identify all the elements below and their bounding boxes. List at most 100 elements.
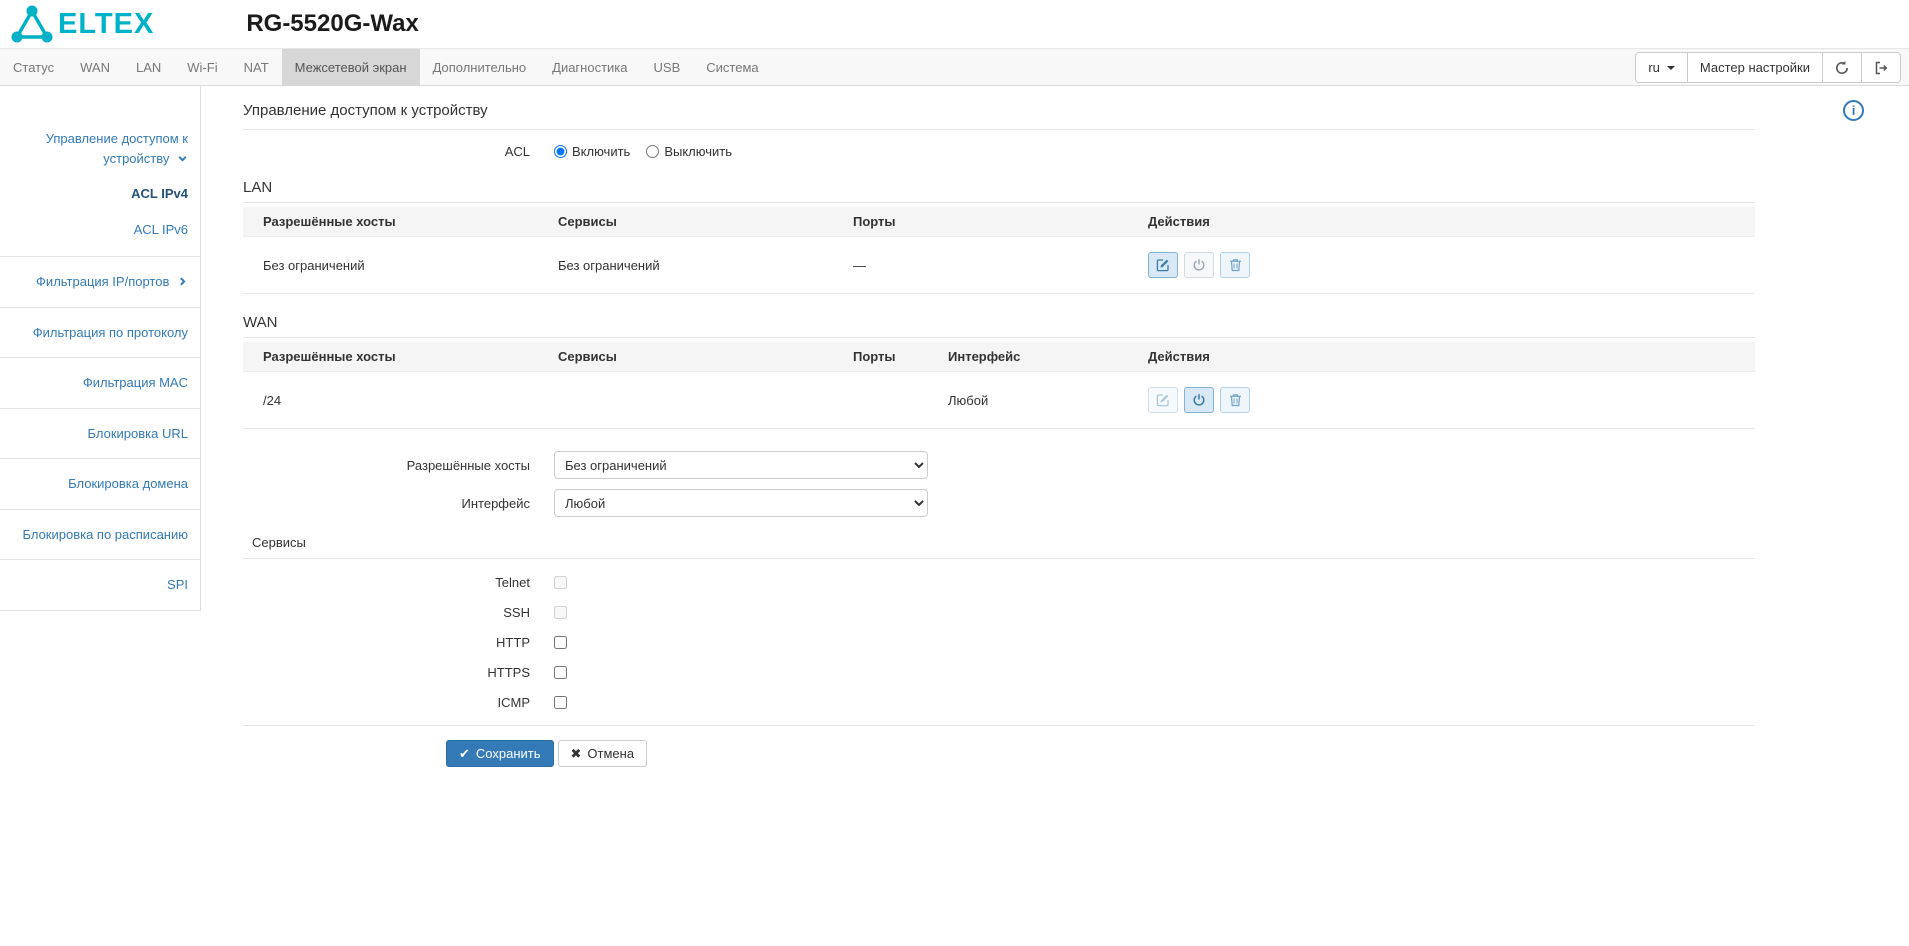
- acl-edit-form: Разрешённые хосты Без ограничений Интерф…: [243, 451, 1755, 767]
- services-section-label: Сервисы: [252, 535, 306, 550]
- logo-text: ELTEX: [58, 7, 155, 40]
- setup-wizard-button[interactable]: Мастер настройки: [1686, 52, 1823, 83]
- tab-diagnostics[interactable]: Диагностика: [539, 49, 640, 86]
- sidebar-item-url-block[interactable]: Блокировка URL: [0, 409, 200, 459]
- sidebar-item-mac-filter[interactable]: Фильтрация MAC: [0, 358, 200, 408]
- device-title: RG-5520G-Wax: [246, 10, 419, 37]
- sidebar-item-acl-ipv4[interactable]: ACL IPv4: [0, 176, 200, 212]
- refresh-button[interactable]: [1822, 52, 1862, 83]
- service-row-icmp: ICMP: [243, 695, 1755, 710]
- col-ports: Порты: [853, 342, 948, 372]
- x-icon: ✖: [570, 746, 582, 761]
- acl-enable-radio[interactable]: [554, 145, 567, 158]
- col-interface: Интерфейс: [948, 342, 1148, 372]
- tab-firewall[interactable]: Межсетевой экран: [281, 49, 420, 86]
- telnet-label: Telnet: [495, 575, 530, 590]
- cancel-button[interactable]: ✖ Отмена: [557, 740, 648, 767]
- col-allowed-hosts: Разрешённые хосты: [243, 342, 558, 372]
- delete-button[interactable]: [1220, 252, 1250, 278]
- delete-button[interactable]: [1220, 387, 1250, 413]
- acl-enable-option[interactable]: Включить: [554, 144, 630, 159]
- col-services: Сервисы: [558, 342, 853, 372]
- telnet-checkbox: [554, 576, 567, 589]
- acl-disable-label: Выключить: [664, 144, 732, 159]
- cell-ports: [853, 371, 948, 429]
- service-row-telnet: Telnet: [243, 575, 1755, 590]
- layout: Управление доступом к устройству ACL IPv…: [0, 86, 1909, 807]
- logout-icon: [1875, 61, 1888, 74]
- hosts-select[interactable]: Без ограничений: [554, 451, 928, 479]
- tab-usb[interactable]: USB: [641, 49, 694, 86]
- trash-icon: [1229, 259, 1241, 272]
- icmp-checkbox[interactable]: [554, 696, 567, 709]
- sidebar-item-ip-port-filter[interactable]: Фильтрация IP/портов: [0, 257, 200, 307]
- wan-table-row: /24 Любой: [243, 371, 1755, 429]
- tab-nat[interactable]: NAT: [231, 49, 282, 86]
- eltex-logo: ELTEX: [10, 4, 154, 44]
- tab-wan[interactable]: WAN: [67, 49, 123, 86]
- acl-disable-option[interactable]: Выключить: [646, 144, 732, 159]
- cell-services: [558, 371, 853, 429]
- sidebar-group: Блокировка домена: [0, 459, 200, 510]
- sidebar-group: SPI: [0, 560, 200, 611]
- interface-select[interactable]: Любой: [554, 489, 928, 517]
- tab-system[interactable]: Система: [693, 49, 771, 86]
- sidebar-item-label: Фильтрация IP/портов: [36, 274, 170, 289]
- eltex-logo-icon: [11, 5, 53, 43]
- sidebar-item-device-access-control[interactable]: Управление доступом к устройству: [0, 121, 200, 176]
- tab-wifi[interactable]: Wi-Fi: [174, 49, 230, 86]
- https-checkbox[interactable]: [554, 666, 567, 679]
- hosts-field-row: Разрешённые хосты Без ограничений: [243, 451, 1755, 479]
- sidebar: Управление доступом к устройству ACL IPv…: [0, 86, 201, 611]
- lan-table-header-row: Разрешённые хосты Сервисы Порты Действия: [243, 207, 1755, 237]
- https-label: HTTPS: [487, 665, 530, 680]
- tab-lan[interactable]: LAN: [123, 49, 174, 86]
- cell-services: Без ограничений: [558, 236, 853, 294]
- sidebar-item-protocol-filter[interactable]: Фильтрация по протоколу: [0, 308, 200, 358]
- app-header: ELTEX RG-5520G-Wax: [0, 0, 1909, 48]
- acl-disable-radio[interactable]: [646, 145, 660, 158]
- refresh-icon: [1836, 60, 1849, 74]
- wan-table-header-row: Разрешённые хосты Сервисы Порты Интерфей…: [243, 342, 1755, 372]
- power-icon: [1193, 394, 1205, 406]
- edit-icon: [1156, 259, 1169, 272]
- acl-radio-group: Включить Выключить: [554, 144, 732, 159]
- http-checkbox[interactable]: [554, 636, 567, 649]
- save-button[interactable]: ✔ Сохранить: [446, 740, 554, 767]
- cancel-label: Отмена: [587, 746, 635, 761]
- col-services: Сервисы: [558, 207, 853, 237]
- tab-status[interactable]: Статус: [0, 49, 67, 86]
- save-label: Сохранить: [475, 746, 541, 761]
- col-actions: Действия: [1148, 207, 1755, 237]
- footer-actions: ✔ Сохранить ✖ Отмена: [446, 740, 1755, 767]
- logout-button[interactable]: [1861, 52, 1901, 83]
- chevron-down-icon: [178, 155, 187, 162]
- http-label: HTTP: [496, 635, 530, 650]
- sidebar-group: Блокировка URL: [0, 409, 200, 459]
- acl-label: ACL: [504, 144, 530, 159]
- cell-interface: Любой: [948, 371, 1148, 429]
- sidebar-group: Блокировка по расписанию: [0, 510, 200, 560]
- sidebar-item-schedule-block[interactable]: Блокировка по расписанию: [0, 510, 200, 560]
- info-icon[interactable]: i: [1843, 100, 1864, 121]
- power-icon: [1193, 259, 1205, 271]
- tab-advanced[interactable]: Дополнительно: [420, 49, 540, 86]
- divider: [243, 202, 1755, 203]
- edit-button[interactable]: [1148, 252, 1178, 278]
- page: ELTEX RG-5520G-Wax Статус WAN LAN Wi-Fi …: [0, 0, 1909, 946]
- sidebar-item-domain-block[interactable]: Блокировка домена: [0, 459, 200, 509]
- caret-down-icon: [1666, 65, 1675, 70]
- sidebar-item-acl-ipv6[interactable]: ACL IPv6: [0, 212, 200, 248]
- power-button[interactable]: [1184, 387, 1214, 413]
- interface-label: Интерфейс: [461, 495, 530, 511]
- content: i Управление доступом к устройству ACL В…: [201, 86, 1909, 807]
- power-button[interactable]: [1184, 252, 1214, 278]
- sidebar-item-label: Управление доступом к устройству: [45, 131, 188, 166]
- language-select[interactable]: ru: [1635, 52, 1688, 83]
- cell-actions: [1148, 236, 1755, 294]
- divider: [243, 725, 1755, 726]
- chevron-right-icon: [180, 277, 186, 286]
- sidebar-item-spi[interactable]: SPI: [0, 560, 200, 610]
- cell-hosts: Без ограничений: [243, 236, 558, 294]
- edit-button[interactable]: [1148, 387, 1178, 413]
